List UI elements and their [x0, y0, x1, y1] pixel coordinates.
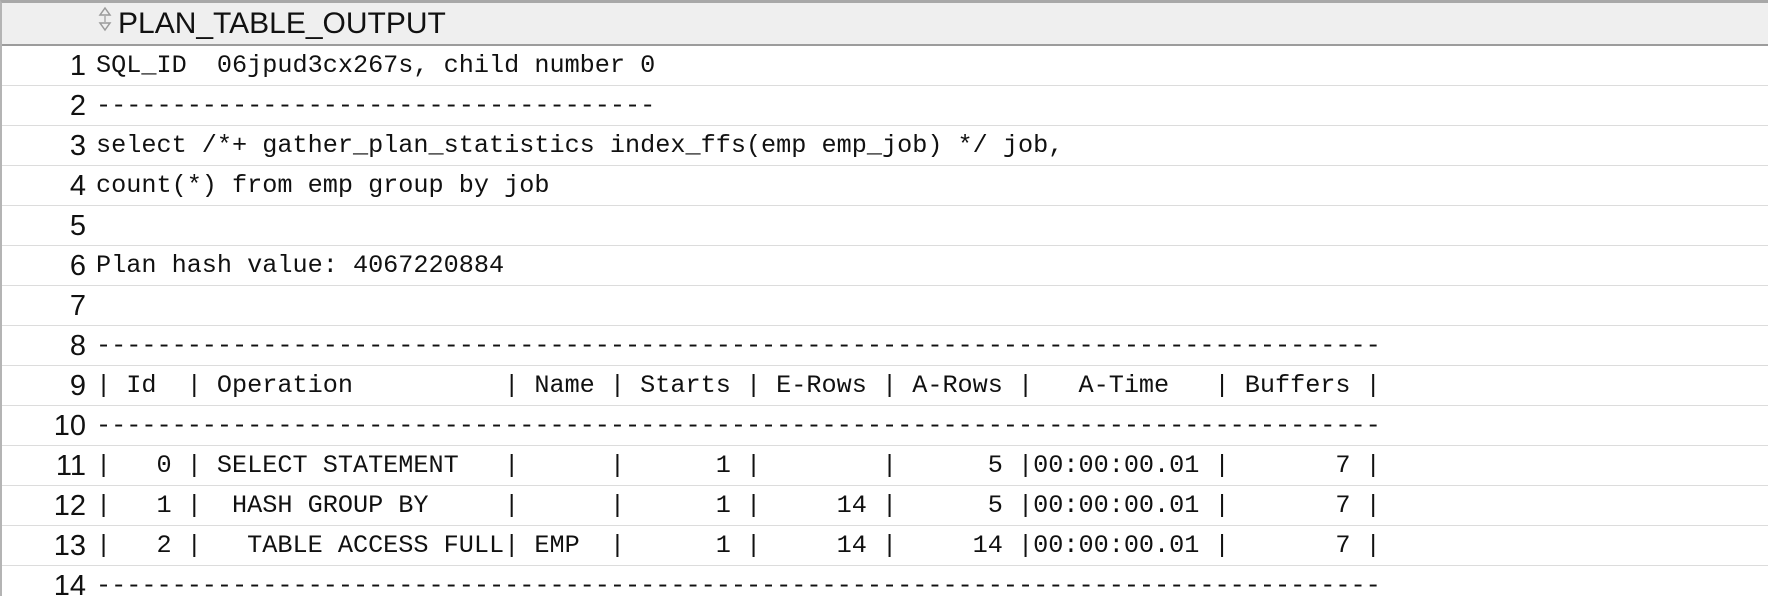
table-row[interactable]: 14 -------------------------------------…	[2, 566, 1768, 596]
grid-header-row: PLAN_TABLE_OUTPUT	[2, 3, 1768, 46]
row-number: 11	[55, 450, 86, 482]
row-number: 5	[69, 210, 86, 242]
table-row[interactable]: 8 --------------------------------------…	[2, 326, 1768, 366]
row-number: 6	[69, 250, 86, 282]
plan-output-cell[interactable]: ----------------------------------------…	[92, 566, 1381, 596]
plan-output-cell[interactable]: -------------------------------------	[92, 86, 655, 125]
table-row[interactable]: 10 -------------------------------------…	[2, 406, 1768, 446]
row-number: 12	[53, 490, 86, 522]
row-number: 9	[69, 370, 86, 402]
row-number: 3	[69, 130, 86, 162]
table-row[interactable]: 1 SQL_ID 06jpud3cx267s, child number 0	[2, 46, 1768, 86]
plan-output-cell[interactable]: SQL_ID 06jpud3cx267s, child number 0	[92, 46, 655, 85]
grid-rows: 1 SQL_ID 06jpud3cx267s, child number 0 2…	[2, 46, 1768, 596]
table-row[interactable]: 5	[2, 206, 1768, 246]
row-number-header	[2, 3, 92, 44]
table-row[interactable]: 6 Plan hash value: 4067220884	[2, 246, 1768, 286]
row-number: 4	[69, 170, 86, 202]
table-row[interactable]: 2 -------------------------------------	[2, 86, 1768, 126]
table-row[interactable]: 13 | 2 | TABLE ACCESS FULL| EMP | 1 | 14…	[2, 526, 1768, 566]
table-row[interactable]: 9 | Id | Operation | Name | Starts | E-R…	[2, 366, 1768, 406]
table-row[interactable]: 12 | 1 | HASH GROUP BY | | 1 | 14 | 5 |0…	[2, 486, 1768, 526]
column-header-plan-table-output[interactable]: PLAN_TABLE_OUTPUT	[92, 3, 1768, 44]
plan-output-cell[interactable]	[92, 206, 96, 245]
plan-output-cell[interactable]: count(*) from emp group by job	[92, 166, 549, 205]
plan-output-cell[interactable]: Plan hash value: 4067220884	[92, 246, 504, 285]
plan-output-cell[interactable]: | 1 | HASH GROUP BY | | 1 | 14 | 5 |00:0…	[92, 486, 1381, 525]
table-row[interactable]: 4 count(*) from emp group by job	[2, 166, 1768, 206]
row-number: 2	[69, 90, 86, 122]
row-number: 7	[69, 290, 86, 322]
row-number: 14	[53, 570, 86, 596]
plan-output-cell[interactable]: select /*+ gather_plan_statistics index_…	[92, 126, 1063, 165]
plan-output-cell[interactable]: ----------------------------------------…	[92, 326, 1381, 365]
row-number: 13	[53, 530, 86, 562]
column-header-label: PLAN_TABLE_OUTPUT	[118, 6, 446, 40]
plan-output-cell[interactable]: ----------------------------------------…	[92, 406, 1381, 445]
row-number: 8	[69, 330, 86, 362]
table-row[interactable]: 7	[2, 286, 1768, 326]
sort-handle-icon[interactable]	[98, 6, 112, 40]
plan-output-cell[interactable]	[92, 286, 96, 325]
table-row[interactable]: 3 select /*+ gather_plan_statistics inde…	[2, 126, 1768, 166]
row-number: 10	[53, 410, 86, 442]
table-row[interactable]: 11 | 0 | SELECT STATEMENT | | 1 | | 5 |0…	[2, 446, 1768, 486]
row-number: 1	[69, 50, 86, 82]
plan-output-cell[interactable]: | Id | Operation | Name | Starts | E-Row…	[92, 366, 1381, 405]
plan-output-cell[interactable]: | 2 | TABLE ACCESS FULL| EMP | 1 | 14 | …	[92, 526, 1381, 565]
query-result-grid[interactable]: PLAN_TABLE_OUTPUT 1 SQL_ID 06jpud3cx267s…	[0, 0, 1768, 596]
plan-output-cell[interactable]: | 0 | SELECT STATEMENT | | 1 | | 5 |00:0…	[92, 446, 1381, 485]
